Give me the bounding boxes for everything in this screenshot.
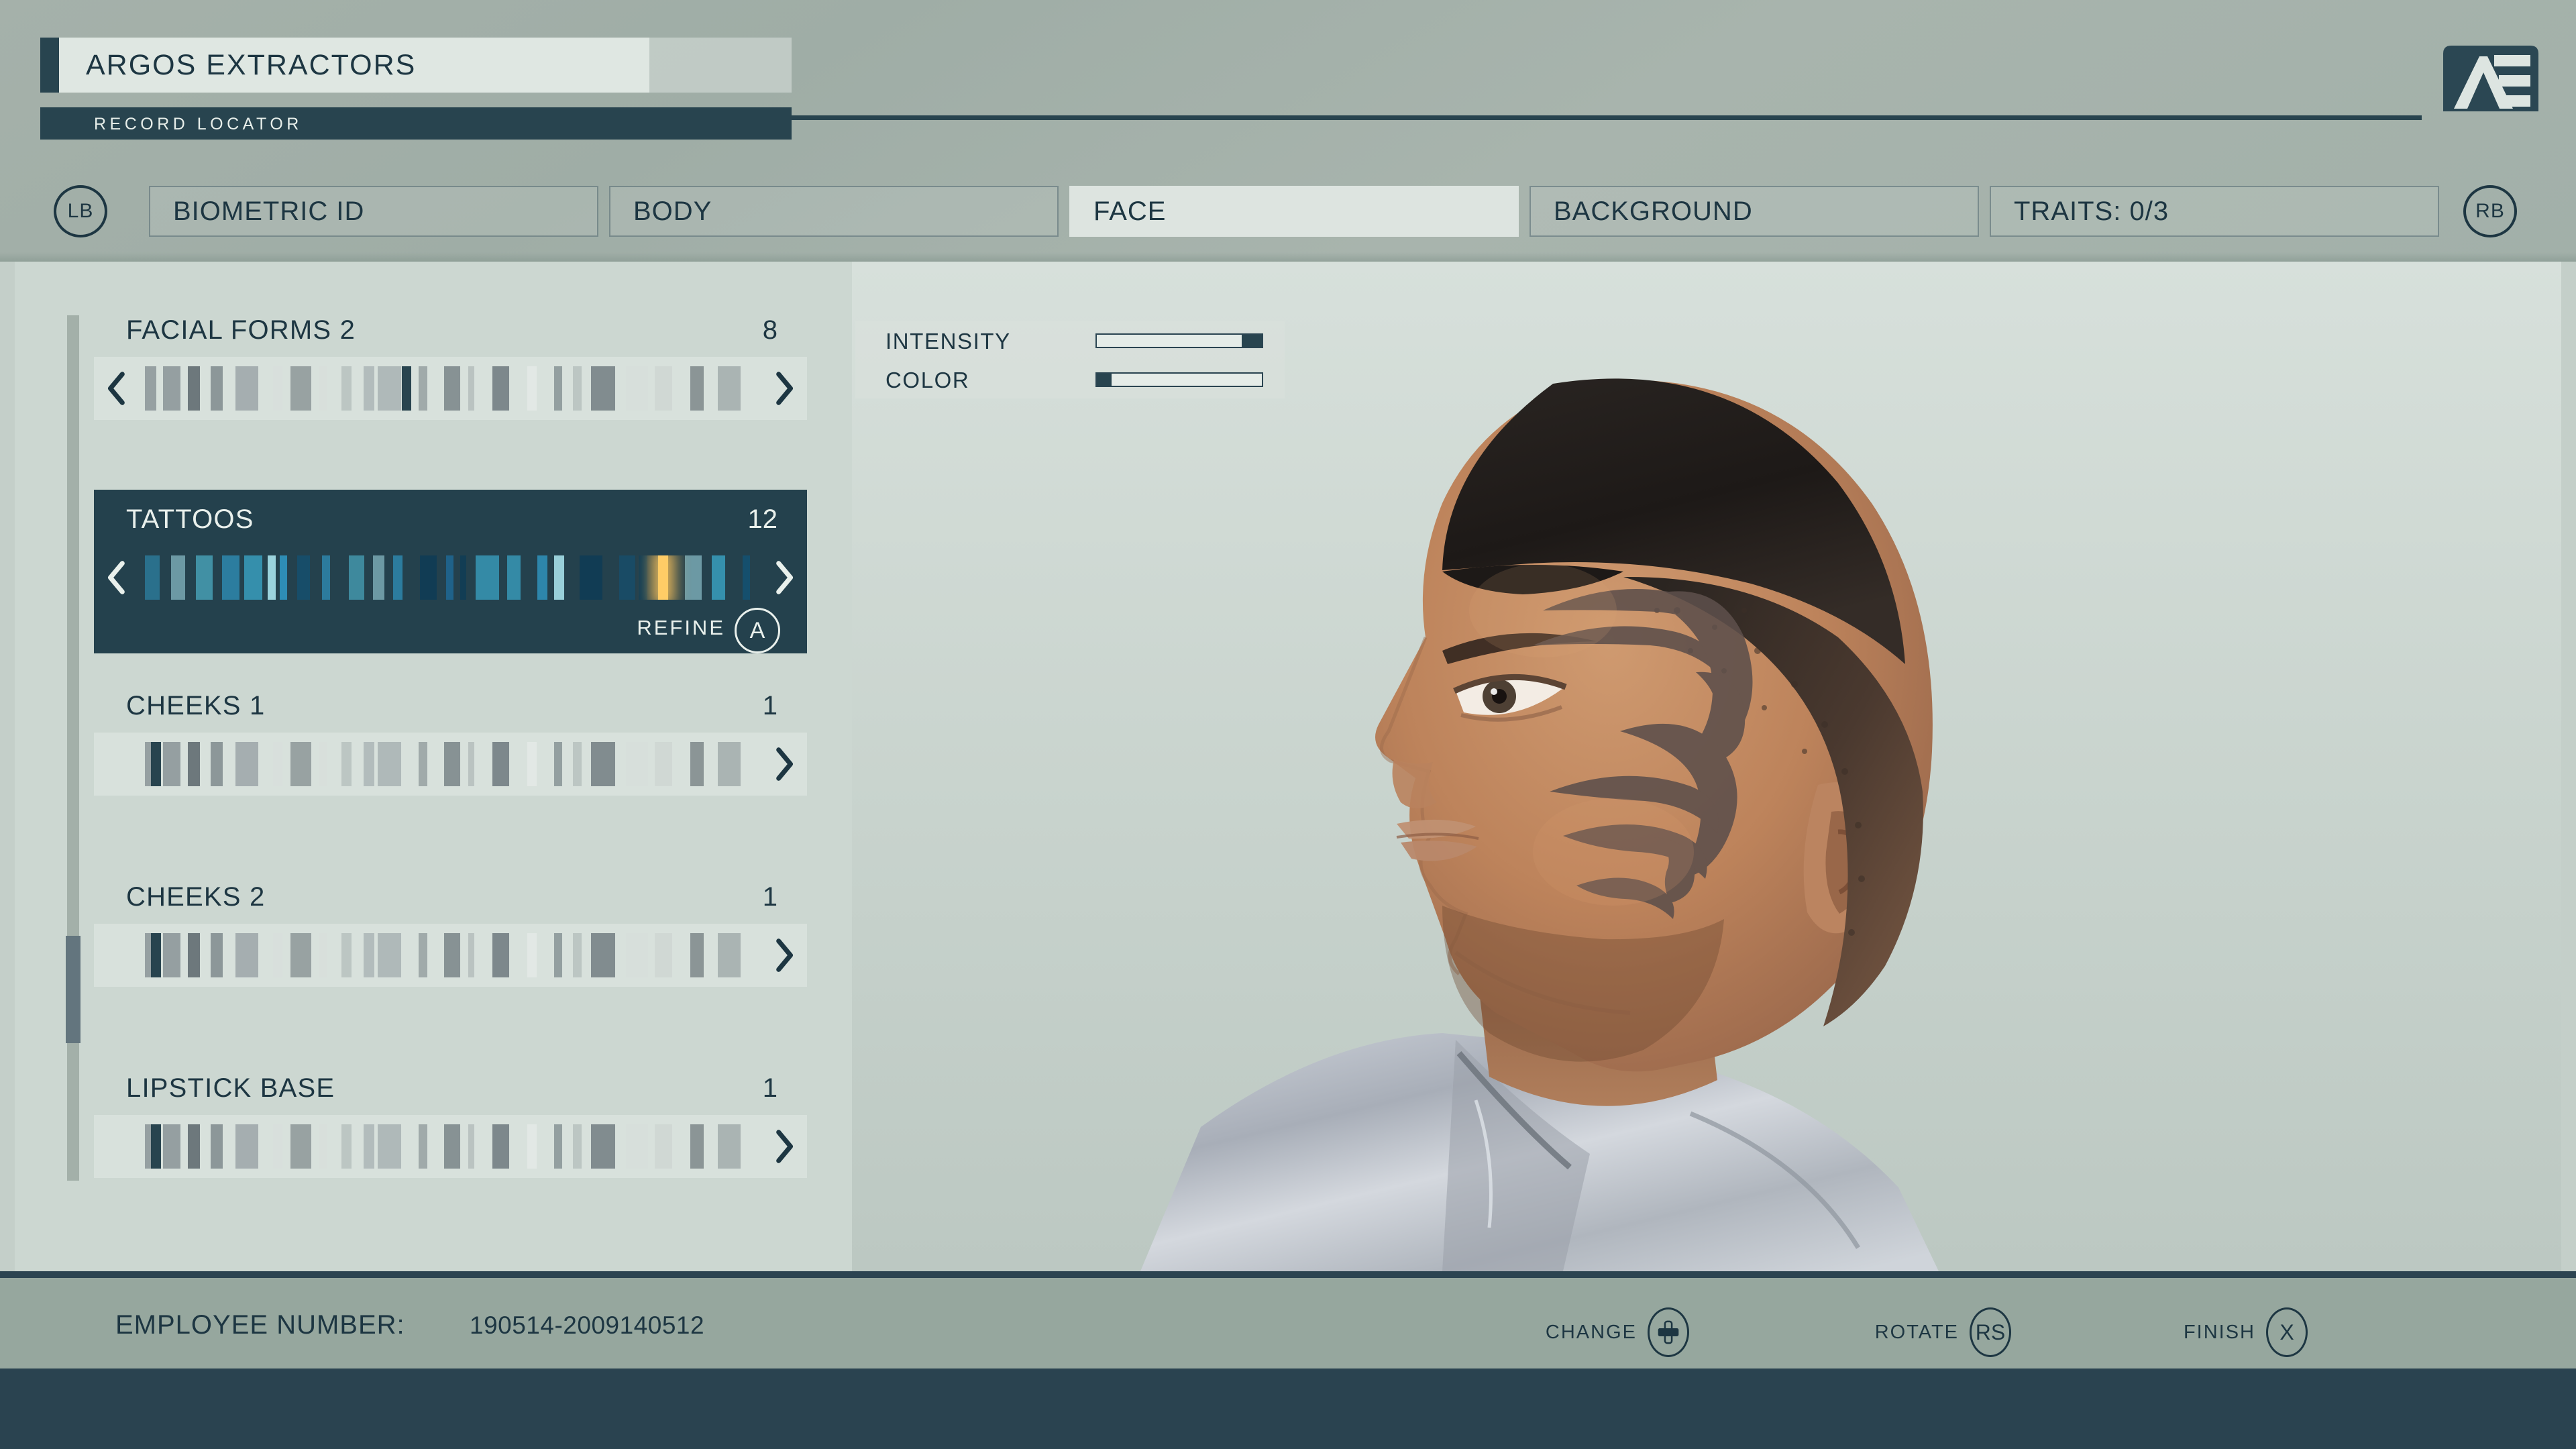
title-accent-bar — [40, 38, 59, 93]
options-scrollbar-track[interactable] — [67, 315, 79, 1181]
strip-selected-item — [151, 1124, 161, 1169]
color-label: COLOR — [885, 368, 969, 393]
character-portrait[interactable] — [852, 262, 2561, 1271]
tab-body[interactable]: BODY — [609, 186, 1059, 237]
option-header: TATTOOS 12 — [94, 504, 807, 546]
option-strip-film — [145, 1124, 756, 1169]
dpad-icon — [1648, 1307, 1689, 1357]
strip-next-arrow[interactable] — [771, 936, 798, 974]
panel-edge-left — [0, 262, 15, 1271]
option-row-facial-forms-2[interactable]: FACIAL FORMS 2 8 — [94, 315, 807, 420]
option-label: CHEEKS 2 — [126, 882, 265, 912]
employee-number-value: 190514-2009140512 — [470, 1311, 704, 1340]
color-slider-handle — [1097, 374, 1112, 386]
subtitle-label: RECORD LOCATOR — [94, 107, 303, 140]
parameter-color[interactable]: COLOR — [855, 360, 1285, 398]
option-row-tattoos[interactable]: TATTOOS 12 REFINE A — [94, 490, 807, 653]
strip-selected-item — [658, 555, 668, 600]
ae-logo-icon — [2430, 42, 2549, 114]
employee-number-label: EMPLOYEE NUMBER: — [115, 1310, 405, 1340]
tab-background[interactable]: BACKGROUND — [1529, 186, 1979, 237]
tab-biometric-id[interactable]: BIOMETRIC ID — [149, 186, 598, 237]
option-value: 1 — [763, 882, 777, 912]
x-button-icon: X — [2266, 1307, 2308, 1357]
refine-bar: REFINE A — [94, 609, 807, 653]
refine-button[interactable]: A — [735, 608, 780, 653]
intensity-slider[interactable] — [1095, 333, 1263, 348]
parameter-panel: INTENSITY COLOR — [855, 321, 1285, 398]
option-label: TATTOOS — [126, 504, 254, 535]
left-bumper-icon[interactable]: LB — [54, 185, 107, 237]
option-header: CHEEKS 2 1 — [94, 882, 807, 924]
option-strip-film — [145, 555, 756, 600]
strip-prev-arrow[interactable] — [103, 370, 130, 407]
footer-bar: EMPLOYEE NUMBER: 190514-2009140512 CHANG… — [0, 1271, 2576, 1368]
option-strip-film — [145, 933, 756, 977]
option-header: FACIAL FORMS 2 8 — [94, 315, 807, 357]
option-strip-film — [145, 742, 756, 786]
right-bumper-icon[interactable]: RB — [2463, 185, 2517, 237]
strip-selected-item — [151, 742, 161, 786]
intensity-label: INTENSITY — [885, 329, 1011, 354]
option-strip[interactable] — [94, 733, 807, 796]
option-row-cheeks-2[interactable]: CHEEKS 2 1 — [94, 882, 807, 987]
option-row-lipstick-base[interactable]: LIPSTICK BASE 1 — [94, 1073, 807, 1178]
tab-face[interactable]: FACE — [1069, 186, 1519, 237]
tab-bar: LB BIOMETRIC ID BODY FACE BACKGROUND TRA… — [0, 176, 2576, 250]
option-strip[interactable] — [94, 546, 807, 609]
option-strip-film — [145, 366, 756, 411]
strip-next-arrow[interactable] — [771, 1128, 798, 1165]
hint-finish[interactable]: FINISH X — [2184, 1307, 2308, 1357]
hint-rotate[interactable]: ROTATE RS — [1875, 1307, 2011, 1357]
intensity-slider-handle — [1242, 335, 1262, 347]
right-stick-icon: RS — [1970, 1307, 2011, 1357]
strip-next-arrow[interactable] — [771, 745, 798, 783]
option-value: 1 — [763, 691, 777, 721]
hint-finish-label: FINISH — [2184, 1322, 2255, 1344]
option-value: 1 — [763, 1073, 777, 1104]
option-label: CHEEKS 1 — [126, 691, 265, 721]
parameter-intensity[interactable]: INTENSITY — [855, 321, 1285, 360]
strip-next-arrow[interactable] — [771, 559, 798, 596]
option-strip[interactable] — [94, 357, 807, 420]
hint-change[interactable]: CHANGE — [1546, 1307, 1689, 1357]
option-row-cheeks-1[interactable]: CHEEKS 1 1 — [94, 691, 807, 796]
option-strip[interactable] — [94, 924, 807, 987]
hint-rotate-label: ROTATE — [1875, 1322, 1959, 1344]
bottom-accent-bar — [0, 1368, 2576, 1449]
strip-selected-item — [151, 933, 161, 977]
option-value: 8 — [763, 315, 777, 345]
option-header: LIPSTICK BASE 1 — [94, 1073, 807, 1115]
option-strip[interactable] — [94, 1115, 807, 1178]
strip-prev-arrow[interactable] — [103, 559, 130, 596]
option-label: LIPSTICK BASE — [126, 1073, 335, 1104]
page-title: ARGOS EXTRACTORS — [86, 38, 416, 93]
panel-edge-right — [2561, 262, 2576, 1271]
option-label: FACIAL FORMS 2 — [126, 315, 356, 345]
options-scrollbar-thumb[interactable] — [66, 936, 80, 1043]
header-rule — [792, 115, 2422, 120]
strip-next-arrow[interactable] — [771, 370, 798, 407]
option-header: CHEEKS 1 1 — [94, 691, 807, 733]
refine-label: REFINE — [637, 616, 725, 640]
hint-change-label: CHANGE — [1546, 1322, 1637, 1344]
option-value: 12 — [748, 504, 778, 535]
tab-traits[interactable]: TRAITS: 0/3 — [1990, 186, 2439, 237]
strip-selected-item — [402, 366, 412, 411]
color-slider[interactable] — [1095, 372, 1263, 387]
portrait-artwork — [852, 262, 2561, 1271]
